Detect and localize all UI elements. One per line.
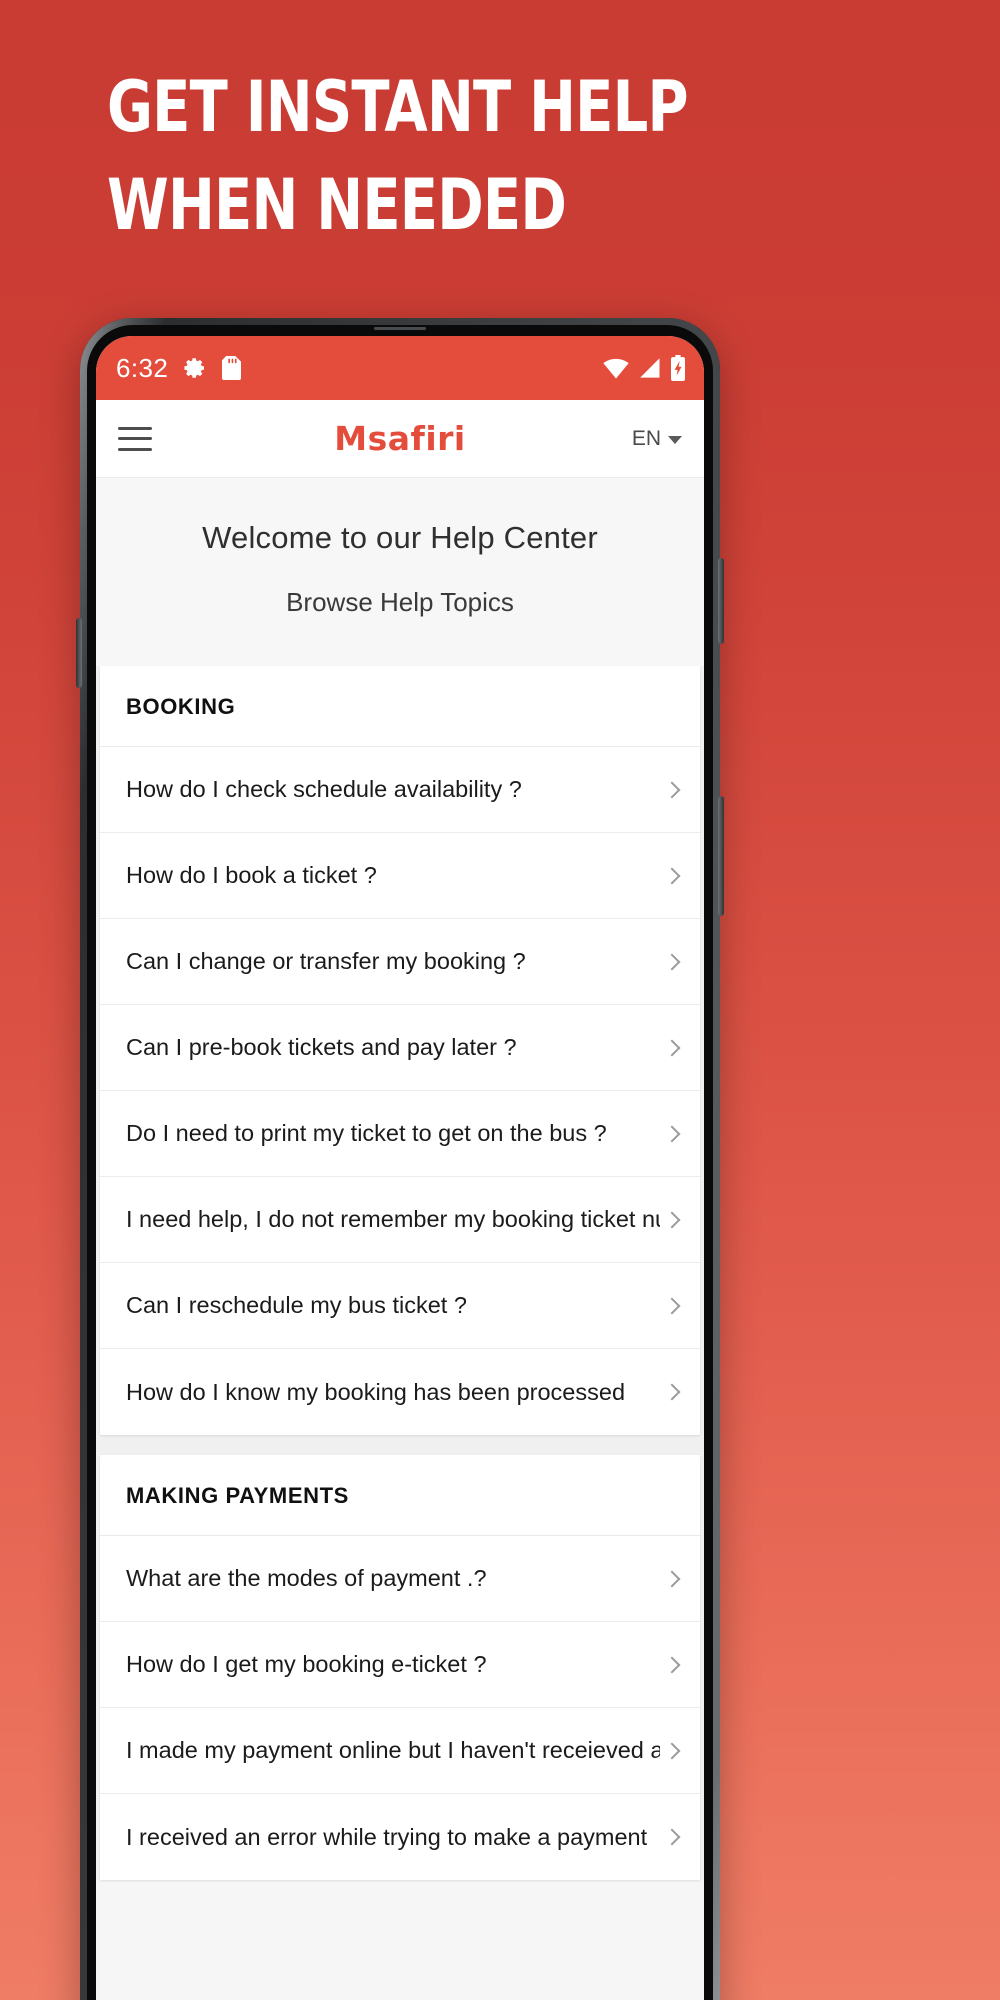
- help-topic-label: How do I check schedule availability ?: [126, 776, 522, 802]
- phone-earpiece-speaker: [374, 327, 426, 330]
- chevron-right-icon: [663, 1039, 681, 1056]
- help-topic-label: Do I need to print my ticket to get on t…: [126, 1120, 607, 1146]
- phone-mockup: 6:32 Msafiri EN Welcome to our Help Cent…: [76, 318, 724, 2000]
- promo-screenshot: GET INSTANT HELP WHEN NEEDED 6:32 Msafir…: [0, 0, 1000, 2000]
- gear-icon: [183, 356, 207, 380]
- chevron-right-icon: [663, 1383, 681, 1401]
- chevron-right-icon: [663, 953, 681, 970]
- chevron-down-icon: [668, 436, 682, 444]
- help-topic-row[interactable]: Do I need to print my ticket to get on t…: [100, 1091, 700, 1177]
- status-bar-clock: 6:32: [116, 352, 169, 383]
- help-topic-row[interactable]: How do I get my booking e-ticket ?: [100, 1622, 700, 1708]
- status-bar: 6:32: [96, 336, 704, 400]
- help-topic-label: I need help, I do not remember my bookin…: [126, 1206, 660, 1232]
- help-topic-label: How do I book a ticket ?: [126, 862, 377, 888]
- help-topic-label: What are the modes of payment .?: [126, 1565, 487, 1591]
- chevron-right-icon: [663, 1828, 681, 1846]
- hamburger-menu-icon[interactable]: [118, 426, 152, 451]
- help-topic-row[interactable]: How do I know my booking has been proces…: [100, 1349, 700, 1435]
- help-topic-label: I made my payment online but I haven't r…: [126, 1737, 660, 1763]
- help-section-card: BOOKING How do I check schedule availabil…: [100, 666, 700, 1435]
- promo-headline-line-2: WHEN NEEDED: [107, 164, 567, 246]
- help-topic-row[interactable]: Can I reschedule my bus ticket ?: [100, 1263, 700, 1349]
- welcome-section: Welcome to our Help Center Browse Help T…: [96, 478, 704, 666]
- page-title: Welcome to our Help Center: [202, 520, 598, 555]
- language-selector[interactable]: EN: [632, 427, 682, 451]
- phone-volume-button[interactable]: [718, 558, 724, 644]
- help-topic-row[interactable]: I need help, I do not remember my bookin…: [100, 1177, 700, 1263]
- status-bar-right: [603, 355, 686, 381]
- help-topic-row[interactable]: Can I pre-book tickets and pay later ?: [100, 1005, 700, 1091]
- chevron-right-icon: [663, 1742, 681, 1759]
- chevron-right-icon: [663, 1125, 681, 1142]
- chevron-right-icon: [663, 867, 681, 884]
- app-brand-logo: Msafiri: [334, 419, 466, 458]
- help-topic-label: How do I know my booking has been proces…: [126, 1378, 626, 1405]
- help-section-header: BOOKING: [100, 666, 700, 747]
- page-subtitle: Browse Help Topics: [286, 587, 514, 617]
- help-topic-row[interactable]: I made my payment online but I haven't r…: [100, 1708, 700, 1794]
- battery-charging-icon: [670, 355, 686, 381]
- help-topic-label: Can I pre-book tickets and pay later ?: [126, 1034, 517, 1060]
- chevron-right-icon: [663, 1656, 681, 1673]
- promo-headline: GET INSTANT HELP WHEN NEEDED: [107, 58, 907, 254]
- chevron-right-icon: [663, 781, 681, 798]
- app-bar: Msafiri EN: [96, 400, 704, 478]
- chevron-right-icon: [663, 1211, 681, 1228]
- help-topic-label: I received an error while trying to make…: [126, 1823, 648, 1850]
- promo-headline-line-1: GET INSTANT HELP: [107, 66, 689, 148]
- phone-side-button-left[interactable]: [76, 618, 82, 688]
- help-topic-row[interactable]: How do I book a ticket ?: [100, 833, 700, 919]
- help-topic-row[interactable]: What are the modes of payment .?: [100, 1536, 700, 1622]
- help-section-card: MAKING PAYMENTS What are the modes of pay…: [100, 1455, 700, 1880]
- wifi-icon: [603, 357, 629, 379]
- phone-screen: 6:32 Msafiri EN Welcome to our Help Cent…: [96, 336, 704, 2000]
- help-topic-label: How do I get my booking e-ticket ?: [126, 1651, 487, 1677]
- help-topic-row[interactable]: How do I check schedule availability ?: [100, 747, 700, 833]
- language-selector-label: EN: [631, 426, 661, 450]
- help-section-header: MAKING PAYMENTS: [100, 1455, 700, 1536]
- status-bar-left: 6:32: [116, 352, 242, 384]
- chevron-right-icon: [663, 1297, 681, 1314]
- help-topic-label: Can I change or transfer my booking ?: [126, 948, 526, 974]
- help-topic-row[interactable]: Can I change or transfer my booking ?: [100, 919, 700, 1005]
- help-topics-list[interactable]: BOOKING How do I check schedule availabil…: [96, 666, 704, 1880]
- cellular-signal-icon: [638, 357, 661, 379]
- chevron-right-icon: [663, 1570, 681, 1587]
- phone-power-button[interactable]: [718, 796, 724, 916]
- sd-card-icon: [222, 356, 242, 380]
- help-topic-row[interactable]: I received an error while trying to make…: [100, 1794, 700, 1880]
- help-topic-label: Can I reschedule my bus ticket ?: [126, 1292, 467, 1318]
